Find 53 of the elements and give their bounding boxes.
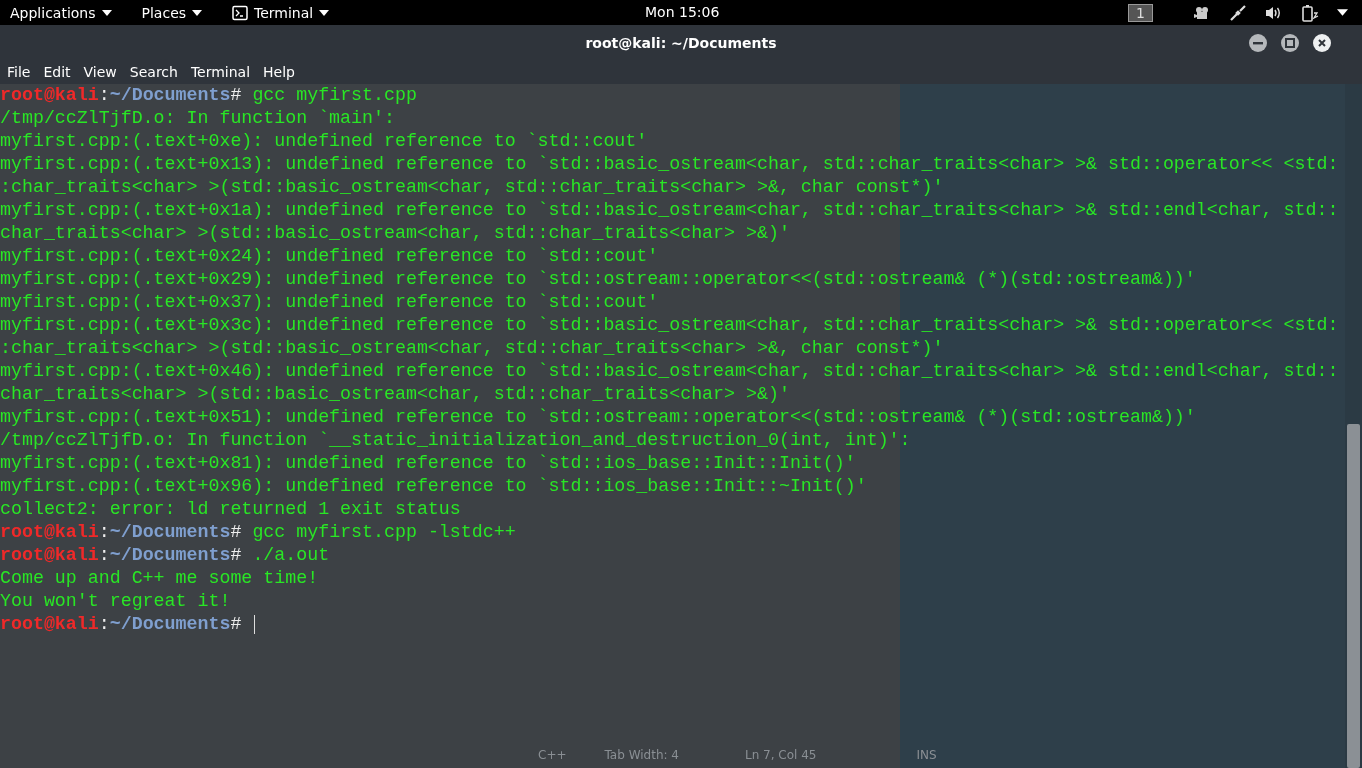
output-line: myfirst.cpp:(.text+0x13): undefined reference to `std::basic_ostream<char, std::char_traits<char> >& std::operator<< <std: (0, 153, 1340, 176)
menu-item[interactable]: Edit (38, 64, 76, 80)
battery-icon[interactable] (1301, 3, 1319, 22)
editor-status-item: C++ (538, 748, 567, 762)
minimize-icon[interactable] (1248, 33, 1268, 53)
menu-item[interactable]: Search (124, 64, 183, 80)
close-icon[interactable] (1312, 33, 1332, 53)
caret-icon[interactable] (1337, 9, 1348, 16)
editor-status-item: INS (916, 748, 937, 762)
prompt-line: root@kali:~/Documents# ./a.out (0, 544, 331, 567)
terminal-area[interactable] (0, 84, 1345, 768)
output-line: char_traits<char> >(std::basic_ostream<char, std::char_traits<char> >&)' (0, 222, 791, 245)
output-line: myfirst.cpp:(.text+0xe): undefined reference to `std::cout' (0, 130, 649, 153)
output-line: myfirst.cpp:(.text+0x1a): undefined reference to `std::basic_ostream<char, std::char_traits<char> >& std::endl<char, std:: (0, 199, 1340, 222)
output-line: myfirst.cpp:(.text+0x3c): undefined reference to `std::basic_ostream<char, std::char_traits<char> >& std::operator<< <std: (0, 314, 1340, 337)
maximize-icon[interactable] (1280, 33, 1300, 53)
output-line: /tmp/ccZlTjfD.o: In function `__static_initialization_and_destruction_0(int, int)': (0, 429, 912, 452)
clock[interactable]: Mon 15:06 (645, 4, 720, 20)
terminal-icon (232, 4, 249, 21)
caret-icon (101, 9, 112, 16)
menu-item[interactable]: File (2, 64, 36, 80)
volume-icon[interactable] (1265, 4, 1283, 21)
menu-item[interactable]: Help (258, 64, 300, 80)
output-line: myfirst.cpp:(.text+0x46): undefined reference to `std::basic_ostream<char, std::char_traits<char> >& std::endl<char, std:: (0, 360, 1340, 383)
output-line: Come up and C++ me some time! (0, 567, 320, 590)
editor-status-item: Ln 7, Col 45 (745, 748, 817, 762)
output-line: myfirst.cpp:(.text+0x81): undefined reference to `std::ios_base::Init::Init()' (0, 452, 857, 475)
workspace-indicator[interactable]: 1 (1128, 3, 1153, 22)
output-line: myfirst.cpp:(.text+0x24): undefined reference to `std::cout' (0, 245, 660, 268)
caret-icon (192, 9, 203, 16)
network-cable-icon[interactable] (1229, 3, 1247, 22)
panel-menu[interactable]: Places (131, 4, 213, 21)
panel-menu[interactable]: Applications (0, 4, 122, 21)
panel-menu[interactable]: Terminal (222, 4, 340, 21)
output-line: myfirst.cpp:(.text+0x51): undefined reference to `std::ostream::operator<<(std::ostream& (*)(std::ostream&))' (0, 406, 1197, 429)
caret-icon (319, 9, 330, 16)
prompt-line: root@kali:~/Documents# gcc myfirst.cpp (0, 84, 418, 107)
window-title: root@kali: ~/Documents (585, 34, 777, 51)
output-line: :char_traits<char> >(std::basic_ostream<char, std::char_traits<char> >&, char const*)' (0, 176, 945, 199)
prompt-line: root@kali:~/Documents# gcc myfirst.cpp -lstdc++ (0, 521, 517, 544)
menu-item[interactable]: Terminal (185, 64, 256, 80)
output-line: collect2: error: ld returned 1 exit status (0, 498, 462, 521)
output-line: You won't regreat it! (0, 590, 232, 613)
output-line: myfirst.cpp:(.text+0x37): undefined reference to `std::cout' (0, 291, 660, 314)
output-line: :char_traits<char> >(std::basic_ostream<char, std::char_traits<char> >&, char const*)' (0, 337, 945, 360)
output-line: myfirst.cpp:(.text+0x96): undefined reference to `std::ios_base::Init::~Init()' (0, 475, 868, 498)
prompt-line: root@kali:~/Documents# (0, 613, 1345, 636)
editor-status-item: Tab Width: 4 (604, 748, 679, 762)
output-line: /tmp/ccZlTjfD.o: In function `main': (0, 107, 396, 130)
output-line: myfirst.cpp:(.text+0x29): undefined reference to `std::ostream::operator<<(std::ostream& (*)(std::ostream&))' (0, 268, 1197, 291)
video-camera-icon[interactable] (1193, 5, 1211, 20)
menu-item[interactable]: View (78, 64, 122, 80)
output-line: char_traits<char> >(std::basic_ostream<char, std::char_traits<char> >&)' (0, 383, 791, 406)
